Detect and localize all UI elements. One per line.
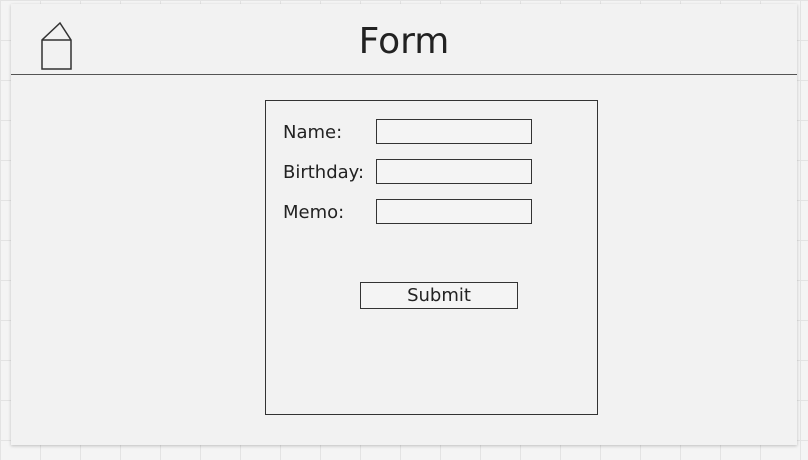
canvas-background: Form Name: Birthday: Memo: Submit bbox=[0, 0, 808, 460]
form-row-birthday: Birthday: bbox=[283, 159, 583, 187]
page-title: Form bbox=[358, 21, 450, 62]
submit-button[interactable]: Submit bbox=[360, 282, 518, 309]
name-label: Name: bbox=[283, 122, 343, 143]
name-input[interactable] bbox=[376, 119, 532, 144]
form-panel: Name: Birthday: Memo: Submit bbox=[265, 100, 598, 415]
memo-input[interactable] bbox=[376, 199, 532, 224]
birthday-input[interactable] bbox=[376, 159, 532, 184]
birthday-label: Birthday: bbox=[283, 162, 365, 183]
header-divider bbox=[11, 74, 797, 75]
app-window: Form Name: Birthday: Memo: Submit bbox=[11, 4, 797, 445]
memo-label: Memo: bbox=[283, 202, 345, 223]
form-row-name: Name: bbox=[283, 119, 583, 147]
form-row-memo: Memo: bbox=[283, 199, 583, 227]
